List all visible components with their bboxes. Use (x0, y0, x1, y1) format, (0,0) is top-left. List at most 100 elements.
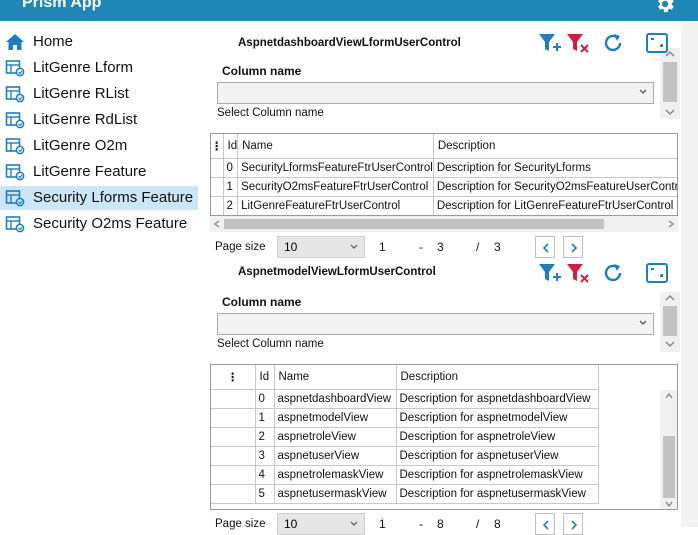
cell-description: Description for SecurityLforms (433, 158, 677, 178)
column-header-description[interactable]: Description (433, 134, 677, 159)
sidebar-item-litgenre-rdlist[interactable]: LitGenre RdList (0, 108, 198, 132)
sidebar-item-security-lforms-feature[interactable]: Security Lforms Feature (0, 186, 198, 210)
cell-description: Description for aspnetrolemaskView (396, 465, 599, 485)
page-dash: - (419, 240, 423, 254)
grid-vertical-scrollbar[interactable] (660, 390, 677, 509)
row-selector[interactable] (211, 446, 256, 466)
cell-name: aspnetmodelView (274, 408, 397, 428)
sidebar-item-litgenre-feature[interactable]: LitGenre Feature (0, 160, 198, 184)
cell-id: 5 (255, 484, 275, 504)
page-size-select[interactable]: 10 (277, 236, 365, 258)
page-to: 3 (437, 240, 444, 254)
grid-header-row: ⋮ Id Name Description (211, 134, 677, 159)
module-icon (5, 190, 25, 207)
table-row[interactable]: 2 LitGenreFeatureFtrUserControl Descript… (211, 196, 677, 215)
home-icon (6, 34, 24, 50)
chevron-right-icon (571, 520, 578, 530)
expand-icon[interactable] (645, 31, 669, 55)
row-selector[interactable] (211, 196, 224, 215)
cell-id: 4 (255, 465, 275, 485)
row-selector[interactable] (211, 408, 256, 428)
sidebar-item-label: LitGenre Feature (33, 163, 147, 180)
scroll-thumb[interactable] (663, 62, 677, 102)
table-row[interactable]: 3 aspnetuserView Description for aspnetu… (211, 446, 599, 466)
filter-add-icon[interactable] (537, 261, 561, 285)
module-icon (5, 112, 25, 129)
column-header-name[interactable]: Name (274, 365, 397, 390)
table-row[interactable]: 5 aspnetusermaskView Description for asp… (211, 484, 599, 504)
sidebar-item-litgenre-rlist[interactable]: LitGenre RList (0, 82, 198, 106)
sidebar-item-label: LitGenre Lform (33, 59, 134, 76)
refresh-icon[interactable] (601, 31, 625, 55)
scroll-down-icon (665, 341, 675, 348)
panel1-vertical-scrollbar[interactable] (660, 48, 680, 119)
column-header-description[interactable]: Description (396, 365, 599, 390)
scroll-thumb[interactable] (663, 306, 677, 336)
cell-name: LitGenreFeatureFtrUserControl (237, 196, 434, 215)
prev-page-button[interactable] (535, 236, 555, 258)
column-name-combobox[interactable] (217, 82, 654, 104)
expand-icon[interactable] (645, 261, 669, 285)
table-row[interactable]: 4 aspnetrolemaskView Description for asp… (211, 465, 599, 485)
column-name-combobox[interactable] (217, 313, 654, 335)
chevron-down-icon (350, 244, 358, 249)
data-grid[interactable]: ⋮ Id Name Description 0 aspnetdashboardV… (210, 364, 678, 510)
cell-name: aspnetusermaskView (274, 484, 397, 504)
select-column-hint: Select Column name (217, 338, 324, 350)
scroll-down-icon (665, 109, 675, 116)
module-icon (5, 216, 25, 233)
panel2-title: AspnetmodelViewLformUserControl (238, 266, 436, 278)
refresh-icon[interactable] (601, 261, 625, 285)
scroll-thumb[interactable] (224, 219, 604, 229)
table-row[interactable]: 1 SecurityO2msFeatureFtrUserControl Desc… (211, 177, 677, 197)
prev-page-button[interactable] (535, 513, 555, 535)
sidebar-item-label: Home (33, 33, 74, 50)
table-row[interactable]: 2 aspnetroleView Description for aspnetr… (211, 427, 599, 447)
sidebar-item-home[interactable]: Home (0, 30, 198, 54)
sidebar-item-litgenre-lform[interactable]: LitGenre Lform (0, 56, 198, 80)
filter-clear-icon[interactable] (565, 261, 589, 285)
next-page-button[interactable] (563, 513, 583, 535)
cell-description: Description for LitGenreFeatureFtrUserCo… (433, 196, 677, 215)
module-icon (5, 60, 25, 77)
column-header-id[interactable]: Id (255, 365, 275, 390)
row-selector[interactable] (211, 465, 256, 485)
sidebar-item-security-o2ms-feature[interactable]: Security O2ms Feature (0, 212, 198, 236)
page-total: 8 (494, 517, 501, 531)
scroll-thumb[interactable] (663, 436, 675, 498)
grid-menu-icon[interactable]: ⋮ (211, 134, 224, 159)
page-size-select[interactable]: 10 (277, 513, 365, 535)
cell-description: Description for aspnetdashboardView (396, 389, 599, 409)
row-selector[interactable] (211, 389, 256, 409)
next-page-button[interactable] (563, 236, 583, 258)
table-row[interactable]: 0 SecurityLformsFeatureFtrUserControl De… (211, 158, 677, 178)
sidebar-item-label: LitGenre RList (33, 85, 129, 102)
row-selector[interactable] (211, 427, 256, 447)
row-selector[interactable] (211, 177, 224, 197)
table-row[interactable]: 0 aspnetdashboardView Description for as… (211, 389, 599, 409)
sidebar-item-label: Security O2ms Feature (33, 215, 188, 232)
data-grid[interactable]: ⋮ Id Name Description 0 SecurityLformsFe… (210, 133, 678, 216)
row-selector[interactable] (211, 158, 224, 178)
page-vertical-scrollbar[interactable] (681, 21, 698, 527)
cell-name: SecurityLformsFeatureFtrUserControl (237, 158, 434, 178)
column-header-id[interactable]: Id (223, 134, 239, 159)
grid-menu-icon[interactable]: ⋮ (211, 365, 256, 390)
cell-id: 3 (255, 446, 275, 466)
chevron-down-icon (639, 89, 647, 94)
sidebar: Home LitGenre Lform LitGenre RList LitGe… (0, 21, 203, 527)
filter-clear-icon[interactable] (565, 31, 589, 55)
filter-add-icon[interactable] (537, 31, 561, 55)
row-selector[interactable] (211, 484, 256, 504)
panel2-vertical-scrollbar[interactable] (660, 292, 680, 352)
chevron-left-icon (542, 520, 549, 530)
column-header-name[interactable]: Name (237, 134, 434, 159)
cell-description: Description for aspnetmodelView (396, 408, 599, 428)
table-row[interactable]: 1 aspnetmodelView Description for aspnet… (211, 408, 599, 428)
scroll-down-icon (665, 501, 673, 508)
gear-icon[interactable] (654, 0, 676, 15)
page-to: 8 (437, 517, 444, 531)
app-title: Prism App (22, 0, 102, 11)
sidebar-item-litgenre-o2m[interactable]: LitGenre O2m (0, 134, 198, 158)
grid-horizontal-scrollbar[interactable] (210, 216, 678, 232)
